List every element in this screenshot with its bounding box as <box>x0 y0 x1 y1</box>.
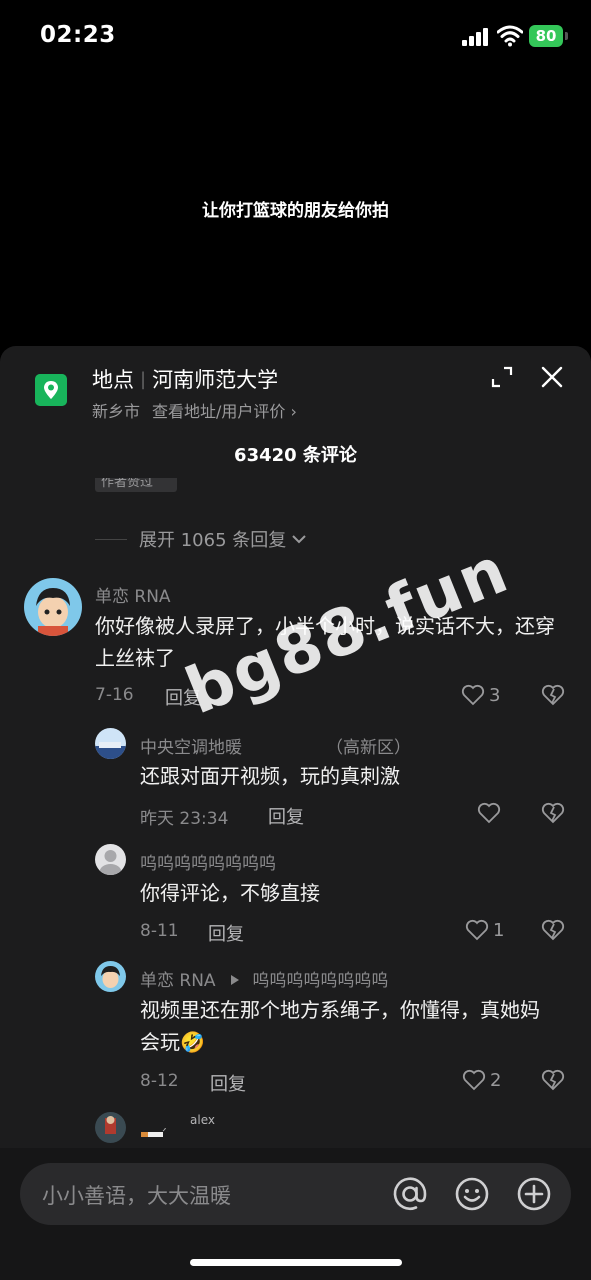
battery-tip <box>565 32 568 40</box>
like-count: 3 <box>489 684 501 706</box>
heart-icon <box>461 684 485 706</box>
comment-date: 7-16 <box>95 685 134 705</box>
reply-button[interactable]: 回复 <box>210 1070 246 1096</box>
reply-text: 视频里还在那个地方系绳子，你懂得，真她妈会玩🤣 <box>140 998 540 1054</box>
wifi-icon <box>497 25 523 47</box>
location-subtitle[interactable]: 新乡市 查看地址/用户评价 › <box>92 398 297 422</box>
divider <box>95 538 127 540</box>
expand-replies-label: 展开 1065 条回复 <box>139 530 287 551</box>
dislike-icon[interactable] <box>541 684 565 706</box>
avatar[interactable] <box>95 728 126 759</box>
reply-text: 你得评论，不够直接 <box>140 881 320 905</box>
heart-icon <box>477 802 501 824</box>
avatar[interactable] <box>95 1112 126 1143</box>
heart-icon <box>465 919 489 941</box>
location-name: 河南师范大学 <box>152 368 279 392</box>
like-button[interactable] <box>477 802 505 824</box>
separator: | <box>140 368 147 390</box>
comment-input[interactable]: 小小善语，大大温暖 <box>20 1163 571 1225</box>
like-count: 2 <box>490 1069 502 1091</box>
reply-date: 8-11 <box>140 921 179 941</box>
comment-input-placeholder: 小小善语，大大温暖 <box>42 1184 231 1208</box>
expand-replies-button[interactable]: 展开 1065 条回复 <box>95 526 308 552</box>
like-button[interactable]: 2 <box>462 1069 501 1091</box>
comment-count: 63420 条评论 <box>234 445 357 466</box>
video-caption: 让你打篮球的朋友给你拍 <box>202 201 389 221</box>
battery-level: 80 <box>529 25 563 47</box>
dislike-icon[interactable] <box>541 1069 565 1091</box>
like-button[interactable]: 1 <box>465 919 504 941</box>
reply-username[interactable]: alex <box>190 1113 215 1127</box>
reply-button[interactable]: 回复 <box>208 920 244 946</box>
add-icon[interactable] <box>516 1176 552 1212</box>
status-time: 02:23 <box>40 22 116 48</box>
close-icon[interactable] <box>540 365 564 389</box>
comment-username[interactable]: 单恋 RNA <box>95 582 171 607</box>
location-pin-icon[interactable] <box>35 374 67 406</box>
reply-date: 8-12 <box>140 1071 179 1091</box>
location-label: 地点 <box>92 368 134 392</box>
location-detail-link[interactable]: 查看地址/用户评价 › <box>152 402 297 421</box>
heart-icon <box>462 1069 486 1091</box>
chevron-down-icon <box>292 535 306 544</box>
comment-sheet: 地点 | 河南师范大学 新乡市 查看地址/用户评价 › 63420 条评论 作者赞… <box>0 346 591 1280</box>
like-button[interactable]: 3 <box>461 684 500 706</box>
dislike-icon[interactable] <box>541 919 565 941</box>
expand-icon[interactable] <box>490 365 514 389</box>
status-bar: 02:23 80 <box>0 0 591 72</box>
location-city: 新乡市 <box>92 402 141 421</box>
reply-button[interactable]: 回复 <box>268 803 304 829</box>
home-indicator[interactable] <box>190 1259 402 1266</box>
cellular-signal-icon <box>462 28 488 46</box>
cigarette-icon <box>141 1128 167 1137</box>
location-title[interactable]: 地点 | 河南师范大学 <box>92 364 278 394</box>
reply-username[interactable]: 单恋 RNA 呜呜呜呜呜呜呜呜 <box>140 966 388 991</box>
avatar[interactable] <box>95 844 126 875</box>
emoji-icon[interactable] <box>454 1176 490 1212</box>
reply-username[interactable]: 中央空调地暖 （高新区） <box>140 733 411 758</box>
at-mention-icon[interactable] <box>392 1176 428 1212</box>
reply-username[interactable]: 呜呜呜呜呜呜呜呜 <box>140 849 276 874</box>
avatar[interactable] <box>95 961 126 992</box>
like-count: 1 <box>493 919 505 941</box>
author-liked-badge: 作者赞过 <box>95 478 177 496</box>
battery-icon: 80 <box>529 25 569 47</box>
dislike-icon[interactable] <box>541 802 565 824</box>
reply-date: 昨天 23:34 <box>140 809 229 829</box>
avatar[interactable] <box>24 578 82 636</box>
reply-arrow-icon <box>230 975 239 985</box>
reply-text: 还跟对面开视频，玩的真刺激 <box>140 764 400 788</box>
